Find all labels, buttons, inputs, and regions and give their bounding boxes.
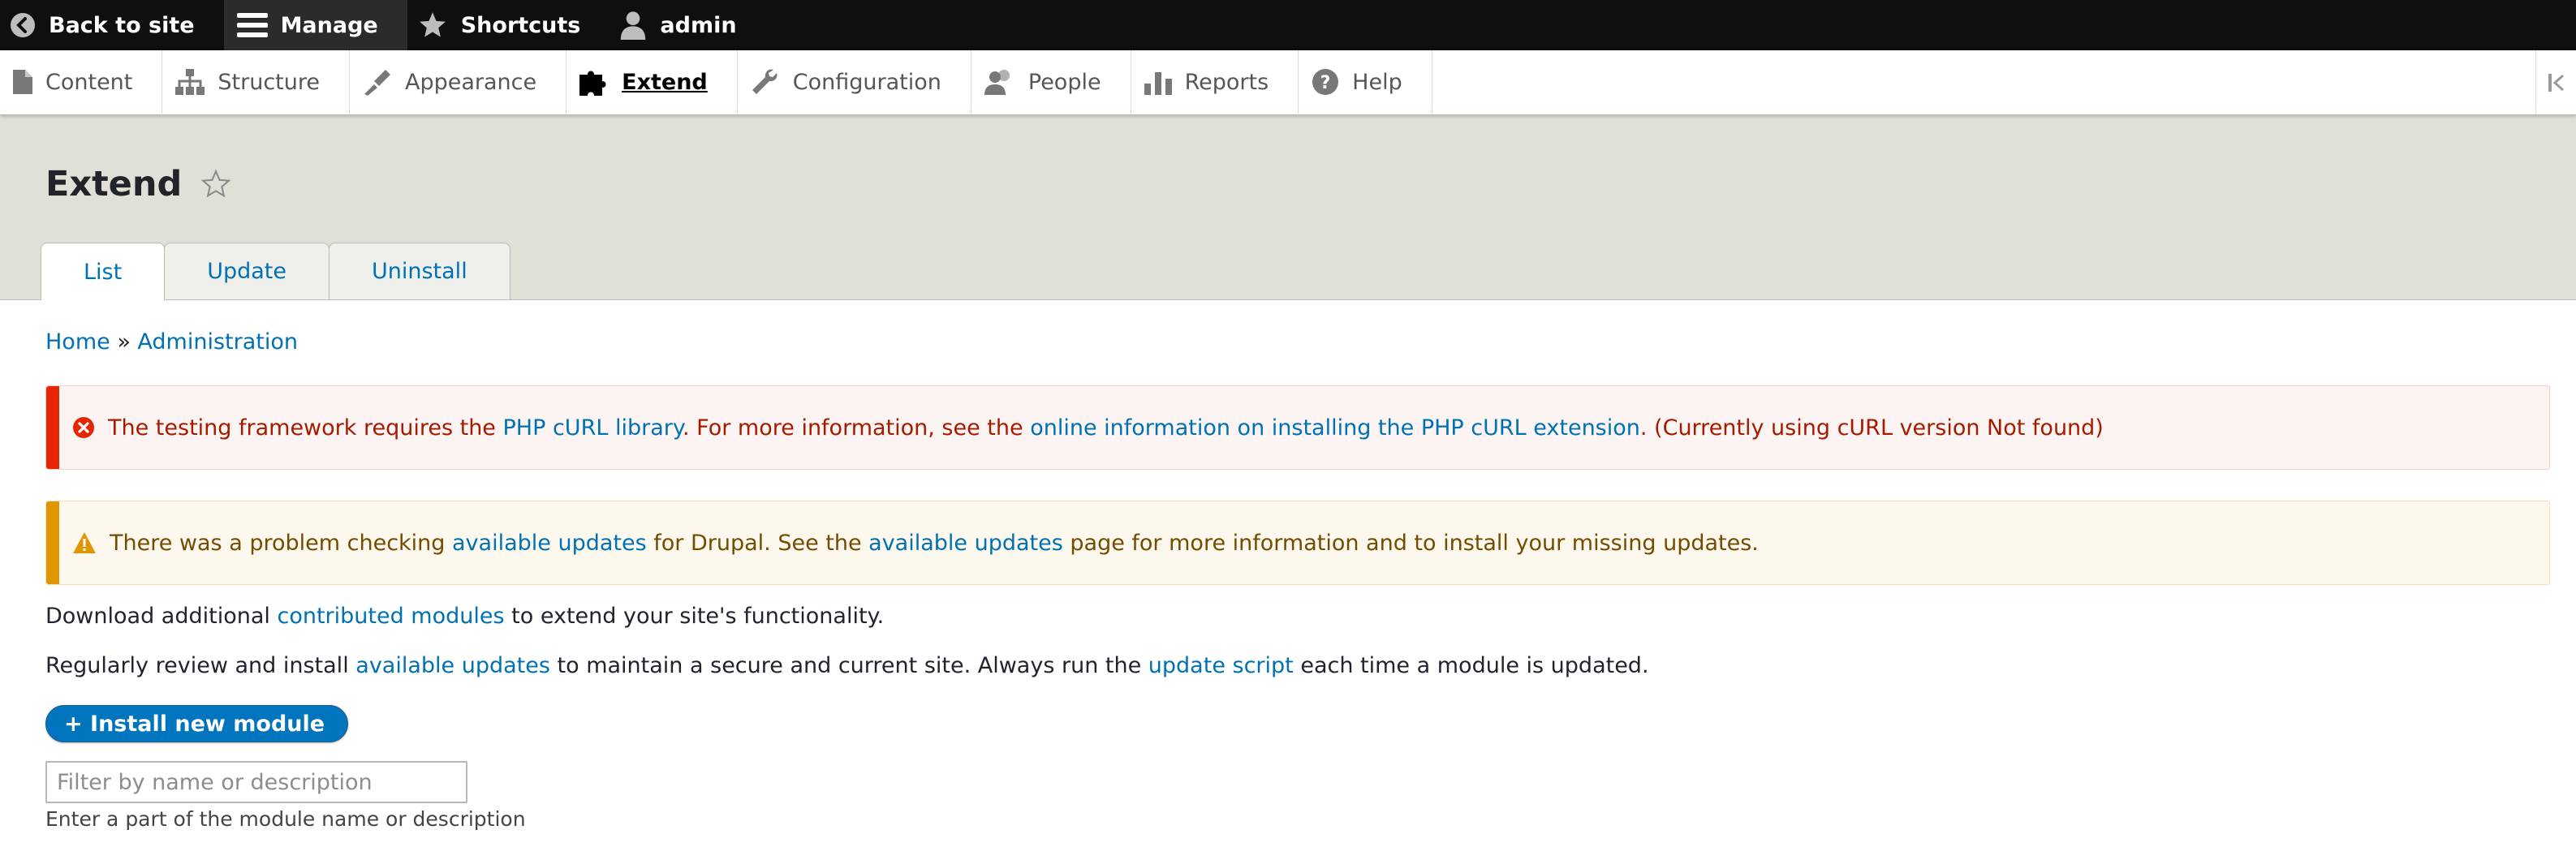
sitemap-icon bbox=[175, 69, 205, 95]
tray-orientation-toggle[interactable] bbox=[2535, 50, 2576, 114]
people-icon bbox=[984, 70, 1010, 95]
tray-label-configuration: Configuration bbox=[792, 69, 941, 95]
tray-item-content[interactable]: Content bbox=[0, 50, 163, 114]
tab-update[interactable]: Update bbox=[164, 243, 330, 299]
tray-label-content: Content bbox=[45, 69, 133, 95]
tray-item-appearance[interactable]: Appearance bbox=[350, 50, 567, 114]
filter-description: Enter a part of the module name or descr… bbox=[45, 807, 526, 831]
error-accent-bar bbox=[46, 386, 59, 469]
svg-text:?: ? bbox=[1320, 73, 1331, 93]
manage-label: Manage bbox=[280, 12, 378, 38]
tab-list[interactable]: List bbox=[41, 243, 166, 300]
tray-item-reports[interactable]: Reports bbox=[1131, 50, 1299, 114]
error-message-text: The testing framework requires the PHP c… bbox=[108, 415, 2104, 441]
breadcrumb-separator: » bbox=[110, 329, 138, 355]
admin-toolbar: Back to site Manage Shortcuts admin bbox=[0, 0, 2576, 50]
error-icon bbox=[73, 417, 94, 438]
intro2-text-1: Regularly review and install bbox=[45, 653, 356, 678]
available-updates-link-3[interactable]: available updates bbox=[355, 653, 550, 678]
bar-chart-icon bbox=[1144, 72, 1172, 95]
install-new-module-button[interactable]: + Install new module bbox=[45, 705, 349, 742]
intro-updates: Regularly review and install available u… bbox=[45, 653, 1649, 678]
error-message: The testing framework requires the PHP c… bbox=[45, 385, 2550, 470]
user-icon bbox=[621, 11, 646, 40]
tab-uninstall[interactable]: Uninstall bbox=[329, 243, 510, 299]
available-updates-link-1[interactable]: available updates bbox=[452, 531, 647, 556]
module-filter-input[interactable] bbox=[45, 761, 467, 803]
contributed-modules-link[interactable]: contributed modules bbox=[277, 604, 504, 629]
tray-label-structure: Structure bbox=[218, 69, 320, 95]
error-text-3: . (Currently using cURL version Not foun… bbox=[1639, 415, 2104, 441]
tray-label-reports: Reports bbox=[1184, 69, 1269, 95]
back-to-site-label: Back to site bbox=[49, 12, 195, 38]
collapse-tray-icon bbox=[2548, 73, 2564, 92]
update-script-link[interactable]: update script bbox=[1148, 653, 1294, 678]
warning-message: There was a problem checking available u… bbox=[45, 501, 2550, 585]
warning-text-2: for Drupal. See the bbox=[646, 530, 869, 556]
intro1-text-1: Download additional bbox=[45, 604, 278, 629]
intro-contributed-modules: Download additional contributed modules … bbox=[45, 604, 884, 629]
warning-text-3: page for more information and to install… bbox=[1062, 530, 1759, 556]
tray-item-people[interactable]: People bbox=[971, 50, 1131, 114]
user-label: admin bbox=[660, 12, 737, 38]
intro2-text-3: each time a module is updated. bbox=[1293, 653, 1649, 678]
tray-item-configuration[interactable]: Configuration bbox=[738, 50, 971, 114]
shortcuts-menu[interactable]: Shortcuts bbox=[407, 0, 610, 50]
tray-label-appearance: Appearance bbox=[405, 69, 537, 95]
help-icon: ? bbox=[1312, 69, 1339, 95]
page-title: Extend bbox=[45, 164, 232, 204]
error-text-1: The testing framework requires the bbox=[108, 415, 503, 441]
intro1-text-2: to extend your site's functionality. bbox=[504, 604, 885, 629]
puzzle-icon bbox=[579, 71, 606, 96]
chevron-left-circle-icon bbox=[11, 13, 35, 37]
star-icon bbox=[419, 12, 446, 37]
primary-tabs: List Update Uninstall bbox=[41, 243, 510, 300]
wrench-icon bbox=[752, 69, 778, 94]
breadcrumb: Home » Administration bbox=[45, 329, 298, 355]
back-to-site-link[interactable]: Back to site bbox=[0, 0, 224, 50]
tray-item-help[interactable]: ? Help bbox=[1299, 50, 1432, 114]
paintbrush-icon bbox=[364, 70, 390, 96]
shortcuts-label: Shortcuts bbox=[460, 12, 581, 38]
available-updates-link-2[interactable]: available updates bbox=[868, 531, 1063, 556]
tray-label-people: People bbox=[1027, 69, 1101, 95]
page-title-text: Extend bbox=[45, 164, 183, 204]
file-icon bbox=[13, 70, 32, 94]
intro2-text-2: to maintain a secure and current site. A… bbox=[549, 653, 1148, 678]
php-curl-library-link[interactable]: PHP cURL library bbox=[503, 415, 683, 441]
tray-label-extend: Extend bbox=[622, 69, 708, 95]
breadcrumb-home-link[interactable]: Home bbox=[45, 329, 110, 355]
php-curl-extension-link[interactable]: online information on installing the PHP… bbox=[1030, 415, 1640, 441]
error-text-2: . For more information, see the bbox=[682, 415, 1031, 441]
warning-icon bbox=[73, 532, 96, 553]
admin-tray: Content Structure Appearance Extend Conf… bbox=[0, 50, 2576, 115]
tray-item-extend[interactable]: Extend bbox=[566, 50, 738, 114]
warning-message-text: There was a problem checking available u… bbox=[110, 531, 1759, 556]
user-menu[interactable]: admin bbox=[610, 0, 765, 50]
tray-item-structure[interactable]: Structure bbox=[162, 50, 350, 114]
page-header: Extend List Update Uninstall bbox=[0, 115, 2576, 300]
hamburger-icon bbox=[236, 13, 268, 37]
manage-menu[interactable]: Manage bbox=[223, 0, 407, 50]
warning-accent-bar bbox=[46, 501, 59, 584]
breadcrumb-administration-link[interactable]: Administration bbox=[137, 329, 298, 355]
star-outline-icon[interactable] bbox=[200, 169, 232, 200]
warning-text-1: There was a problem checking bbox=[110, 530, 453, 556]
tray-label-help: Help bbox=[1352, 69, 1402, 95]
